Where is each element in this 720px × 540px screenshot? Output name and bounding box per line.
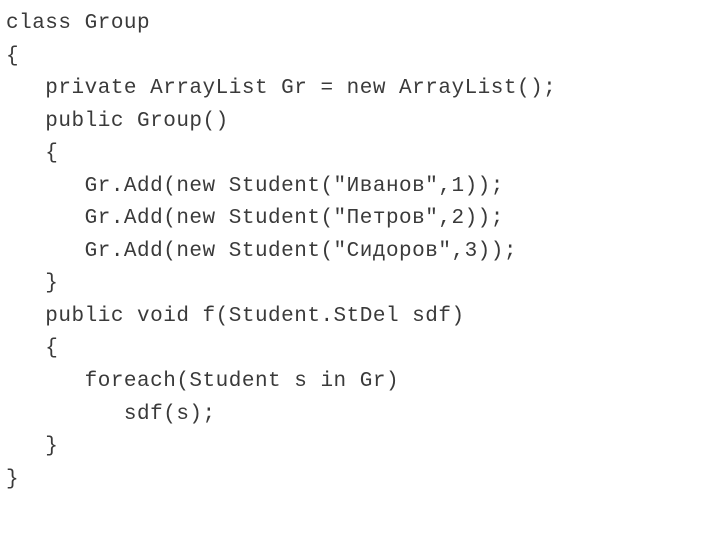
code-line: private ArrayList Gr = new ArrayList(); — [6, 77, 556, 100]
code-line: sdf(s); — [6, 403, 216, 426]
code-line: Gr.Add(new Student("Сидоров",3)); — [6, 240, 517, 263]
code-line: Gr.Add(new Student("Иванов",1)); — [6, 175, 504, 198]
code-line: } — [6, 272, 58, 295]
code-line: } — [6, 468, 19, 491]
code-line: public Group() — [6, 110, 229, 133]
code-line: { — [6, 142, 58, 165]
code-line: Gr.Add(new Student("Петров",2)); — [6, 207, 504, 230]
code-line: { — [6, 45, 19, 68]
code-line: { — [6, 337, 58, 360]
code-block: class Group { private ArrayList Gr = new… — [0, 0, 720, 504]
code-line: class Group — [6, 12, 150, 35]
code-line: public void f(Student.StDel sdf) — [6, 305, 465, 328]
code-line: foreach(Student s in Gr) — [6, 370, 399, 393]
code-line: } — [6, 435, 58, 458]
